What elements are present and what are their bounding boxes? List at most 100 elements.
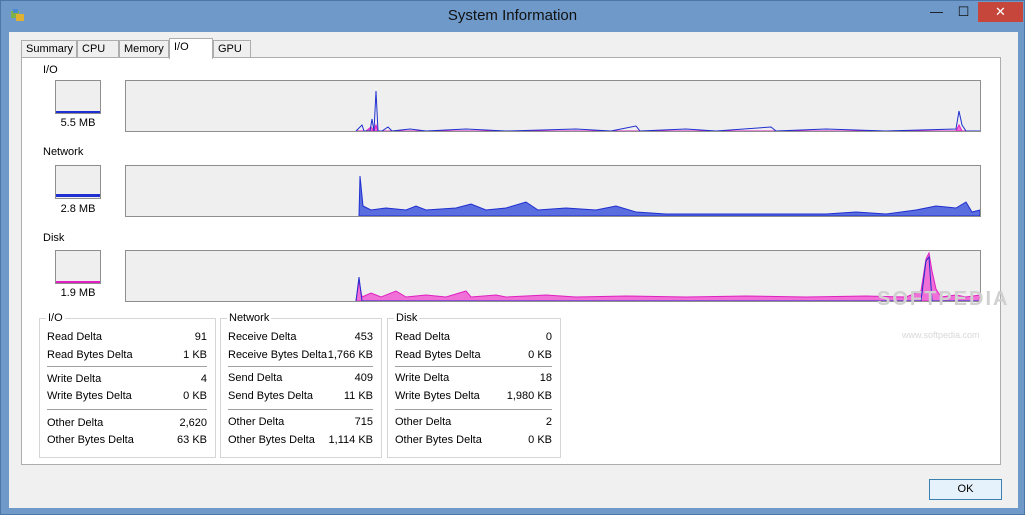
close-button[interactable]: ✕ xyxy=(978,2,1023,22)
io-tab-panel: I/O 5.5 MB Network 2.8 MB Disk 1.9 MB SO… xyxy=(21,57,1007,465)
disk-other-delta-row: Other Delta 2 xyxy=(395,416,552,430)
io-write-delta-label: Write Delta xyxy=(47,373,102,385)
network-receive-bytes-delta-row: Receive Bytes Delta 1,766 KB xyxy=(228,349,373,363)
network-receive-delta-row: Receive Delta 453 xyxy=(228,331,373,345)
network-send-delta-label: Send Delta xyxy=(228,372,283,384)
io-stats-title: I/O xyxy=(46,312,65,324)
disk-write-delta-value: 18 xyxy=(539,372,552,384)
dialog-client-area: Summary CPU Memory I/O GPU I/O 5.5 MB Ne… xyxy=(9,32,1018,508)
system-information-window: System Information — ☐ ✕ Summary CPU Mem… xyxy=(0,0,1025,515)
disk-write-delta-label: Write Delta xyxy=(395,372,450,384)
disk-read-delta-label: Read Delta xyxy=(395,331,451,343)
network-other-bytes-delta-row: Other Bytes Delta 1,114 KB xyxy=(228,434,373,448)
io-mini-level xyxy=(56,111,100,113)
network-receive-bytes-delta-label: Receive Bytes Delta xyxy=(228,349,328,361)
disk-other-bytes-delta-row: Other Bytes Delta 0 KB xyxy=(395,434,552,448)
disk-read-bytes-delta-label: Read Bytes Delta xyxy=(395,349,481,361)
io-write-delta-row: Write Delta 4 xyxy=(47,373,207,387)
network-history-area xyxy=(358,175,980,216)
io-other-delta-label: Other Delta xyxy=(47,417,104,429)
io-read-bytes-delta-row: Read Bytes Delta 1 KB xyxy=(47,349,207,363)
network-send-bytes-delta-row: Send Bytes Delta 11 KB xyxy=(228,390,373,404)
network-other-delta-label: Other Delta xyxy=(228,416,285,428)
io-read-delta-label: Read Delta xyxy=(47,331,103,343)
disk-write-bytes-delta-row: Write Bytes Delta 1,980 KB xyxy=(395,390,552,404)
network-separator-1 xyxy=(228,366,373,367)
disk-read-bytes-delta-row: Read Bytes Delta 0 KB xyxy=(395,349,552,363)
window-title: System Information xyxy=(447,7,578,24)
disk-read-delta-value: 0 xyxy=(545,331,552,343)
network-separator-2 xyxy=(228,409,373,410)
io-separator-2 xyxy=(47,409,207,410)
io-mini-value: 5.5 MB xyxy=(60,117,96,129)
disk-stats-group: Disk Read Delta 0 Read Bytes Delta 0 KB … xyxy=(387,312,561,458)
disk-read-delta-row: Read Delta 0 xyxy=(395,331,552,345)
tab-gpu[interactable]: GPU xyxy=(213,40,251,58)
disk-write-bytes-delta-value: 1,980 KB xyxy=(506,390,552,402)
io-other-bytes-delta-row: Other Bytes Delta 63 KB xyxy=(47,434,207,448)
network-history-plot xyxy=(358,175,980,216)
tab-memory[interactable]: Memory xyxy=(119,40,169,58)
disk-separator-1 xyxy=(395,366,552,367)
io-mini-meter xyxy=(55,80,101,114)
network-other-bytes-delta-label: Other Bytes Delta xyxy=(228,434,315,446)
network-receive-bytes-delta-value: 1,766 KB xyxy=(327,349,373,361)
tab-summary[interactable]: Summary xyxy=(21,40,77,58)
disk-read-bytes-delta-value: 0 KB xyxy=(528,349,552,361)
network-send-bytes-delta-value: 11 KB xyxy=(343,390,373,402)
disk-history-graph xyxy=(125,250,981,302)
disk-mini-meter xyxy=(55,250,101,284)
network-receive-delta-label: Receive Delta xyxy=(228,331,297,343)
network-mini-value: 2.8 MB xyxy=(60,203,96,215)
network-send-delta-row: Send Delta 409 xyxy=(228,372,373,386)
io-stats-group: I/O Read Delta 91 Read Bytes Delta 1 KB … xyxy=(39,312,216,458)
ok-button[interactable]: OK xyxy=(929,479,1002,500)
disk-separator-2 xyxy=(395,409,552,410)
title-bar[interactable]: System Information — ☐ ✕ xyxy=(1,1,1024,32)
softpedia-watermark: SOFTPEDIA xyxy=(877,288,1010,310)
io-read-bytes-delta-label: Read Bytes Delta xyxy=(47,349,133,361)
network-stats-title: Network xyxy=(227,312,272,324)
io-separator-1 xyxy=(47,366,207,367)
disk-graph-label: Disk xyxy=(43,232,65,244)
io-read-bytes-delta-value: 1 KB xyxy=(183,349,207,361)
io-other-bytes-delta-label: Other Bytes Delta xyxy=(47,434,134,446)
io-other-delta-row: Other Delta 2,620 xyxy=(47,417,207,431)
io-write-bytes-delta-value: 0 KB xyxy=(183,390,207,402)
disk-other-delta-label: Other Delta xyxy=(395,416,452,428)
network-stats-group: Network Receive Delta 453 Receive Bytes … xyxy=(220,312,382,458)
network-send-bytes-delta-label: Send Bytes Delta xyxy=(228,390,313,402)
network-mini-level xyxy=(56,194,100,197)
network-other-delta-row: Other Delta 715 xyxy=(228,416,373,430)
disk-other-delta-value: 2 xyxy=(545,416,552,428)
disk-history-plot xyxy=(355,251,980,301)
io-write-bytes-delta-row: Write Bytes Delta 0 KB xyxy=(47,390,207,404)
tab-cpu[interactable]: CPU xyxy=(77,40,119,58)
network-history-graph xyxy=(125,165,981,217)
io-other-bytes-delta-value: 63 KB xyxy=(177,434,207,446)
io-history-plot xyxy=(355,90,980,131)
network-receive-delta-value: 453 xyxy=(354,331,373,343)
io-graph-label: I/O xyxy=(43,64,58,76)
io-history-blue xyxy=(355,90,980,131)
io-read-delta-row: Read Delta 91 xyxy=(47,331,207,345)
network-other-bytes-delta-value: 1,114 KB xyxy=(328,434,373,446)
maximize-button[interactable]: ☐ xyxy=(950,2,977,22)
disk-mini-level xyxy=(56,281,100,283)
io-read-delta-value: 91 xyxy=(194,331,207,343)
network-send-delta-value: 409 xyxy=(354,372,373,384)
tab-io[interactable]: I/O xyxy=(169,38,213,59)
io-write-bytes-delta-label: Write Bytes Delta xyxy=(47,390,132,402)
io-other-delta-value: 2,620 xyxy=(179,417,207,429)
io-write-delta-value: 4 xyxy=(200,373,207,385)
network-other-delta-value: 715 xyxy=(354,416,373,428)
softpedia-watermark-url: www.softpedia.com xyxy=(902,330,980,340)
minimize-button[interactable]: — xyxy=(923,2,950,22)
disk-mini-value: 1.9 MB xyxy=(60,287,96,299)
network-mini-meter xyxy=(55,165,101,199)
disk-other-bytes-delta-value: 0 KB xyxy=(528,434,552,446)
disk-other-bytes-delta-label: Other Bytes Delta xyxy=(395,434,482,446)
io-history-graph xyxy=(125,80,981,132)
network-graph-label: Network xyxy=(43,146,84,158)
disk-stats-title: Disk xyxy=(394,312,420,324)
